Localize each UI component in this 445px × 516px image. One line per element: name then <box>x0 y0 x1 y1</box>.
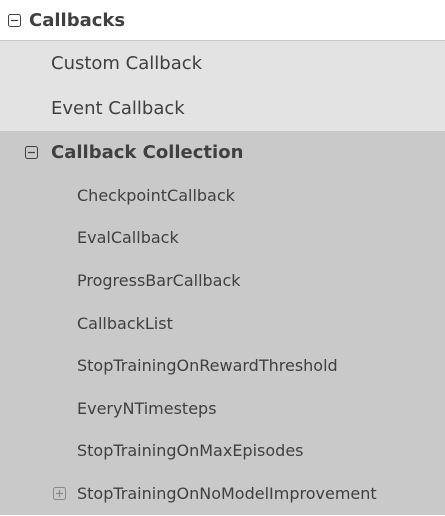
nav-group-callback-collection: Callback Collection CheckpointCallback E… <box>0 131 445 515</box>
collapse-icon[interactable] <box>8 13 21 27</box>
nav-group-header[interactable]: Callback Collection <box>0 131 445 174</box>
nav-subitem-stop-on-no-model-improvement[interactable]: StopTrainingOnNoModelImprovement <box>0 472 445 515</box>
nav-section-callbacks[interactable]: Callbacks <box>0 0 445 41</box>
sidebar-navigation: Callbacks Custom Callback Event Callback… <box>0 0 445 516</box>
nav-subitem-label: CheckpointCallback <box>77 185 235 205</box>
nav-item-label: Event Callback <box>51 98 185 119</box>
nav-subitem-every-n-timesteps[interactable]: EveryNTimesteps <box>0 387 445 430</box>
nav-subitem-label: EveryNTimesteps <box>77 398 217 418</box>
nav-group-label: Callback Collection <box>51 142 244 163</box>
nav-item-custom-callback[interactable]: Custom Callback <box>0 41 445 86</box>
nav-subitem-label: StopTrainingOnRewardThreshold <box>77 356 338 376</box>
nav-subitem-label: StopTrainingOnMaxEpisodes <box>77 441 304 461</box>
nav-subitem-checkpoint-callback[interactable]: CheckpointCallback <box>0 174 445 217</box>
nav-subitem-progressbar-callback[interactable]: ProgressBarCallback <box>0 259 445 302</box>
nav-subitem-stop-on-max-episodes[interactable]: StopTrainingOnMaxEpisodes <box>0 430 445 473</box>
nav-item-label: Custom Callback <box>51 53 203 74</box>
nav-subitem-label: StopTrainingOnNoModelImprovement <box>77 483 377 503</box>
nav-subitem-label: ProgressBarCallback <box>77 270 241 290</box>
nav-item-event-callback[interactable]: Event Callback <box>0 86 445 131</box>
expand-icon[interactable] <box>53 486 66 500</box>
nav-subitem-label: CallbackList <box>77 313 173 333</box>
nav-subitem-stop-on-reward-threshold[interactable]: StopTrainingOnRewardThreshold <box>0 344 445 387</box>
nav-section-label: Callbacks <box>29 9 126 31</box>
nav-subitem-eval-callback[interactable]: EvalCallback <box>0 217 445 260</box>
nav-subitem-callback-list[interactable]: CallbackList <box>0 302 445 345</box>
nav-subitem-label: EvalCallback <box>77 228 179 248</box>
collapse-icon[interactable] <box>25 146 38 159</box>
